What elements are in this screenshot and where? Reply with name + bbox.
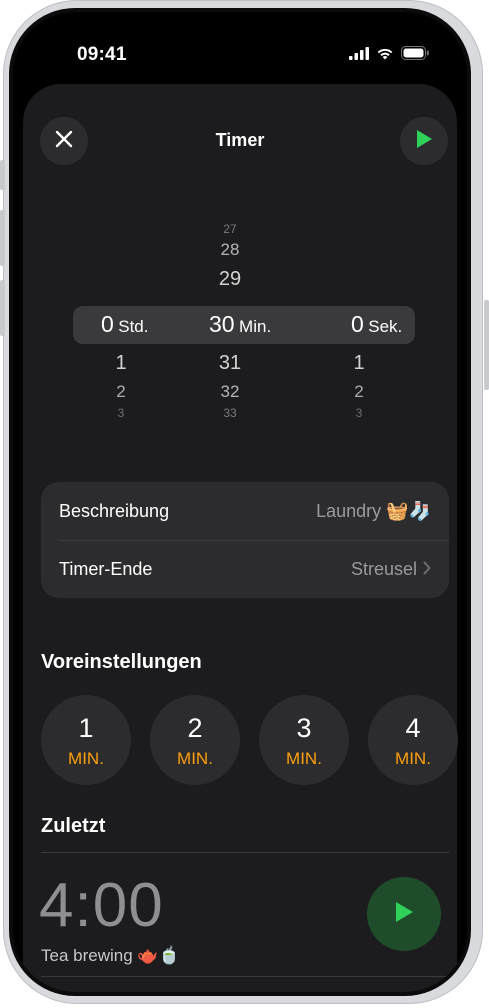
- picker-seconds-below-2: 3: [355, 406, 363, 420]
- picker-hours-value: 0: [101, 311, 114, 337]
- description-value: Laundry 🧺🧦: [316, 500, 431, 521]
- preset-value: 4: [405, 713, 421, 743]
- description-label: Beschreibung: [59, 500, 170, 521]
- preset-value: 1: [78, 713, 94, 743]
- preset-unit: MIN.: [177, 749, 213, 768]
- wifi-icon: [376, 47, 394, 65]
- page-title: Timer: [215, 130, 265, 150]
- play-icon: [415, 129, 433, 154]
- status-icons: [349, 46, 429, 65]
- side-button-volume-down: [0, 280, 5, 336]
- timer-end-label: Timer-Ende: [59, 558, 153, 579]
- play-icon: [394, 901, 414, 928]
- screen: 09:41 Timer 0 Std. 1 2 3 27 28 29 30 Min…: [13, 12, 467, 992]
- picker-minutes-column[interactable]: 27 28 29 30 Min. 31 32 33: [198, 214, 298, 424]
- picker-minutes-unit: Min.: [239, 317, 272, 336]
- timer-end-row[interactable]: Timer-Ende Streusel: [59, 540, 431, 598]
- picker-seconds-value: 0: [351, 311, 364, 337]
- picker-minutes-value: 30: [209, 311, 235, 337]
- picker-minutes-below-0: 31: [218, 352, 242, 374]
- settings-card: Beschreibung Laundry 🧺🧦 Timer-Ende Streu…: [41, 482, 449, 598]
- start-button[interactable]: [400, 117, 448, 165]
- picker-minutes-below-1: 32: [220, 382, 240, 401]
- recent-divider: [41, 852, 449, 853]
- side-button-volume-up: [0, 210, 5, 266]
- battery-icon: [401, 46, 429, 65]
- picker-hours-below-0: 1: [115, 352, 127, 374]
- side-button-action: [0, 160, 5, 190]
- picker-minutes-above-2: 29: [218, 268, 242, 290]
- preset-unit: MIN.: [68, 749, 104, 768]
- preset-2-min-button[interactable]: 2 MIN.: [150, 695, 240, 785]
- preset-unit: MIN.: [286, 749, 322, 768]
- picker-minutes-below-2: 33: [223, 406, 237, 420]
- signal-icon: [349, 46, 369, 65]
- preset-value: 3: [296, 713, 312, 743]
- chevron-right-icon: [423, 559, 431, 580]
- picker-minutes-above-0: 27: [223, 222, 237, 236]
- timer-end-value: Streusel: [350, 558, 417, 579]
- picker-minutes-selected: 30 Min.: [209, 311, 271, 338]
- picker-minutes-above-1: 28: [220, 240, 240, 259]
- picker-hours-below-2: 3: [117, 406, 125, 420]
- preset-1-min-button[interactable]: 1 MIN.: [41, 695, 131, 785]
- timer-sheet: Timer 0 Std. 1 2 3 27 28 29 30 Min. 31 3…: [23, 84, 458, 992]
- description-row[interactable]: Beschreibung Laundry 🧺🧦: [59, 482, 431, 540]
- recent-heading: Zuletzt: [41, 815, 106, 837]
- status-bar: 09:41: [13, 12, 467, 92]
- picker-hours-unit: Std.: [118, 317, 149, 336]
- picker-hours-column[interactable]: 0 Std. 1 2 3: [83, 214, 173, 424]
- preset-value: 2: [187, 713, 203, 743]
- picker-seconds-selected: 0 Sek.: [351, 311, 402, 338]
- picker-hours-below-1: 2: [116, 382, 126, 401]
- time-picker[interactable]: 0 Std. 1 2 3 27 28 29 30 Min. 31 32 33 0…: [23, 214, 457, 424]
- picker-seconds-below-1: 2: [354, 382, 364, 401]
- preset-3-min-button[interactable]: 3 MIN.: [259, 695, 349, 785]
- picker-hours-selected: 0 Std.: [101, 311, 149, 338]
- status-time: 09:41: [77, 44, 127, 65]
- picker-seconds-unit: Sek.: [368, 317, 403, 336]
- recent-timer-label: Tea brewing 🫖🍵: [41, 946, 180, 965]
- presets-heading: Voreinstellungen: [41, 651, 202, 673]
- timer-end-value-group: Streusel: [351, 559, 431, 580]
- preset-4-min-button[interactable]: 4 MIN.: [368, 695, 458, 785]
- picker-seconds-below-0: 1: [353, 352, 365, 374]
- bottom-divider: [41, 976, 449, 977]
- picker-seconds-column[interactable]: 0 Sek. 1 2 3: [323, 214, 423, 424]
- recent-timer-time: 4:00: [39, 871, 164, 940]
- side-button-power: [484, 300, 489, 390]
- recent-timer-play-button[interactable]: [367, 877, 441, 951]
- preset-unit: MIN.: [395, 749, 431, 768]
